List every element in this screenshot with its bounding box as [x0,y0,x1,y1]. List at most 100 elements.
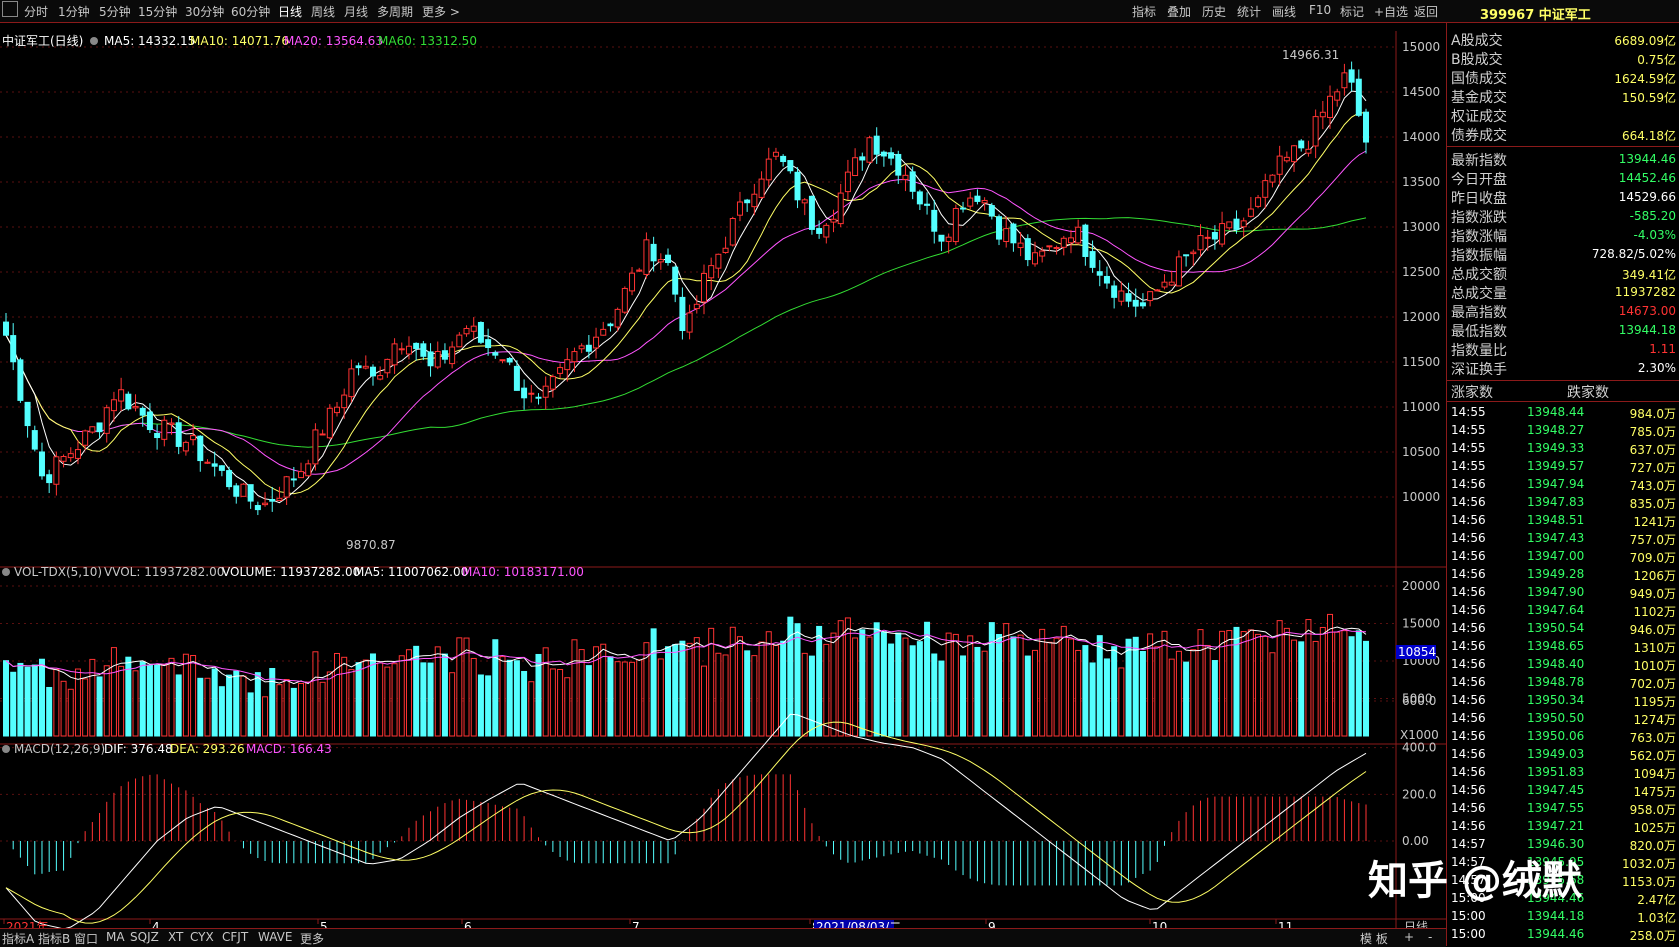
period-tab-daily[interactable]: 日线 [278,3,302,20]
tick-price: 13949.33 [1527,441,1585,455]
volume-bar [1269,652,1276,737]
tab-indicator-a[interactable]: 指标A [2,930,34,947]
ma20-legend: MA20: 13564.63 [284,34,383,48]
info-icon[interactable] [90,37,98,45]
tab-cyx[interactable]: CYX [190,930,214,944]
tool-watchlist-button[interactable]: +自选 [1374,3,1408,20]
tick-row: 14:56 13947.43 757.0万 [1447,530,1679,548]
candle-body [319,433,326,436]
tick-row: 14:56 13947.83 835.0万 [1447,494,1679,512]
period-tab-60min[interactable]: 60分钟 [231,3,270,20]
template-button[interactable]: 模 板 [1360,930,1388,947]
candle-body [808,195,815,230]
tool-stats-button[interactable]: 统计 [1237,3,1261,20]
turnover-row: B股成交 0.75亿 [1447,49,1679,68]
tab-wave[interactable]: WAVE [258,930,292,944]
period-tab-multi[interactable]: 多周期 [377,3,413,20]
candle-body [1017,242,1024,249]
tick-time: 14:55 [1451,423,1486,437]
tab-indicator-b[interactable]: 指标B [38,930,70,947]
tick-price: 13948.51 [1527,513,1585,527]
candle-body [1190,251,1197,255]
stat-label: 指数涨跌 [1451,210,1507,226]
volume-bar [679,640,686,737]
candle-body [369,366,376,377]
candle-body [636,269,643,272]
tick-volume: 727.0万 [1629,461,1676,475]
volume-bar [895,632,902,737]
macd-tick: 400.0 [1402,741,1436,755]
high-price-label: 14966.31 [1282,48,1339,62]
tool-f10-button[interactable]: F10 [1309,3,1331,17]
price-tick: 15000 [1402,40,1440,54]
volume-bar [1017,634,1024,737]
tick-row: 14:56 13949.28 1206万 [1447,566,1679,584]
tick-time: 14:56 [1451,711,1486,725]
volume-bar [161,664,168,737]
stat-value: 0.75亿 [1637,53,1676,67]
candle-body [334,406,341,414]
tab-cfjt[interactable]: CFJT [222,930,248,944]
candle-body [578,345,585,350]
tick-row: 14:56 13950.54 946.0万 [1447,620,1679,638]
volume-bar [427,662,434,737]
candle-body [175,422,182,447]
candle-body [643,239,650,275]
candle-body [456,334,463,348]
stat-value: -585.20 [1629,209,1676,223]
candle-body [693,303,700,310]
candle-body [600,328,607,336]
price-tick: 11500 [1402,355,1440,369]
tool-history-button[interactable]: 历史 [1202,3,1226,20]
candle-body [823,224,830,238]
zoom-out-button[interactable]: - [1428,930,1432,944]
tick-volume: 709.0万 [1629,551,1676,565]
candle-body [1003,228,1010,243]
zoom-in-button[interactable]: + [1404,930,1414,944]
candle-body [607,323,614,327]
tick-price: 13947.21 [1527,819,1585,833]
volume-bar [139,661,146,737]
volume-bar [938,660,945,737]
volume-bar [996,634,1003,737]
stat-label: 指数量比 [1451,343,1507,359]
period-tab-5min[interactable]: 5分钟 [99,3,131,20]
tab-ma[interactable]: MA [106,930,125,944]
candle-body [254,505,261,511]
macd-info-icon[interactable] [2,745,10,753]
tab-window[interactable]: 窗口 [74,930,98,947]
stat-label: 指数涨幅 [1451,229,1507,245]
period-tab-monthly[interactable]: 月线 [344,3,368,20]
tab-more[interactable]: 更多 [300,930,324,947]
tool-overlay-button[interactable]: 叠加 [1167,3,1191,20]
tool-indicator-button[interactable]: 指标 [1132,3,1156,20]
volume-bar [549,668,556,737]
kline-chart[interactable]: 中证军工(日线) MA5: 14332.15 MA10: 14071.76 MA… [0,22,1446,946]
vol-info-icon[interactable] [2,568,10,576]
period-tab-15min[interactable]: 15分钟 [138,3,177,20]
tick-price: 13947.94 [1527,477,1585,491]
panel-toggle-icon[interactable] [2,1,18,17]
tick-row: 14:56 13947.45 1475万 [1447,782,1679,800]
candle-body [405,345,412,355]
tick-time: 14:55 [1451,441,1486,455]
tool-back-button[interactable]: 返回 [1414,3,1438,20]
tool-mark-button[interactable]: 标记 [1340,3,1364,20]
period-tab-30min[interactable]: 30分钟 [185,3,224,20]
tool-draw-button[interactable]: 画线 [1272,3,1296,20]
tab-sqjz[interactable]: SQJZ [130,930,159,944]
candle-body [1118,290,1125,302]
tab-xt[interactable]: XT [168,930,183,944]
tick-row: 14:56 13950.50 1274万 [1447,710,1679,728]
volume-bar [1103,658,1110,737]
tick-price: 13947.00 [1527,549,1585,563]
period-tab-1min[interactable]: 1分钟 [58,3,90,20]
tick-row: 15:00 13944.18 1.03亿 [1447,908,1679,926]
tick-time: 14:56 [1451,567,1486,581]
tick-time: 14:56 [1451,675,1486,689]
period-tab-more[interactable]: 更多 > [422,3,460,20]
period-tab-weekly[interactable]: 周线 [311,3,335,20]
period-tab-intraday[interactable]: 分时 [24,3,48,20]
volume-bar [1305,619,1312,737]
volume-bar [1247,629,1254,737]
